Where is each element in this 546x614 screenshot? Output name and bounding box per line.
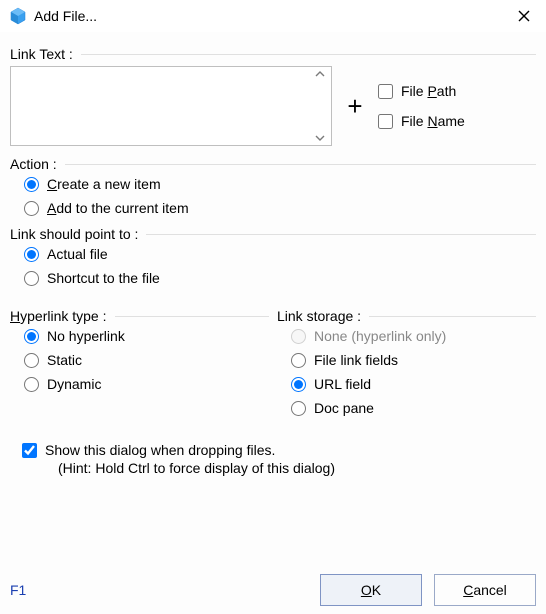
show-dialog-input[interactable]	[22, 443, 37, 458]
action-add-label: Add to the current item	[47, 200, 189, 216]
divider	[81, 54, 536, 55]
hyper-none-label: No hyperlink	[47, 328, 125, 344]
show-dialog-checkbox[interactable]: Show this dialog when dropping files.	[22, 442, 536, 458]
action-create-radio[interactable]: Create a new item	[24, 176, 536, 192]
storage-doc-input[interactable]	[291, 401, 306, 416]
action-create-label: Create a new item	[47, 176, 161, 192]
storage-url-label: URL field	[314, 376, 371, 392]
storage-doc-label: Doc pane	[314, 400, 374, 416]
divider	[146, 234, 536, 235]
link-storage-label: Link storage :	[277, 308, 536, 324]
link-text-label: Link Text :	[10, 46, 536, 62]
close-icon	[518, 10, 530, 22]
hyper-static-label: Static	[47, 352, 82, 368]
action-label: Action :	[10, 156, 536, 172]
close-button[interactable]	[510, 2, 538, 30]
hyper-dynamic-radio[interactable]: Dynamic	[24, 376, 269, 392]
point-actual-radio[interactable]: Actual file	[24, 246, 536, 262]
link-storage-label-text: Link storage :	[277, 308, 361, 324]
action-create-input[interactable]	[24, 177, 39, 192]
point-label: Link should point to :	[10, 226, 536, 242]
hyperlink-type-label-text: Hyperlink type :	[10, 308, 107, 324]
storage-url-radio[interactable]: URL field	[291, 376, 536, 392]
storage-none-label: None (hyperlink only)	[314, 328, 446, 344]
cancel-button-label: Cancel	[463, 582, 507, 598]
hyper-dynamic-label: Dynamic	[47, 376, 101, 392]
title-bar: Add File...	[0, 0, 546, 32]
storage-fields-label: File link fields	[314, 352, 398, 368]
storage-none-radio: None (hyperlink only)	[291, 328, 536, 344]
help-link[interactable]: F1	[10, 582, 26, 598]
hyperlink-type-label: Hyperlink type :	[10, 308, 269, 324]
hyper-none-input[interactable]	[24, 329, 39, 344]
point-shortcut-input[interactable]	[24, 271, 39, 286]
action-label-text: Action :	[10, 156, 57, 172]
storage-url-input[interactable]	[291, 377, 306, 392]
file-name-label: File Name	[401, 113, 465, 129]
hint-text: (Hint: Hold Ctrl to force display of thi…	[22, 460, 536, 476]
point-shortcut-label: Shortcut to the file	[47, 270, 160, 286]
point-shortcut-radio[interactable]: Shortcut to the file	[24, 270, 536, 286]
point-actual-input[interactable]	[24, 247, 39, 262]
scroll-down-icon[interactable]	[311, 133, 329, 143]
hyper-static-input[interactable]	[24, 353, 39, 368]
cancel-button[interactable]: Cancel	[434, 574, 536, 606]
file-path-checkbox-input[interactable]	[378, 84, 393, 99]
ok-button-label: OK	[361, 582, 381, 598]
file-path-checkbox[interactable]: File Path	[378, 83, 465, 99]
point-label-text: Link should point to :	[10, 226, 138, 242]
hyper-none-radio[interactable]: No hyperlink	[24, 328, 269, 344]
scroll-up-icon[interactable]	[311, 69, 329, 79]
link-text-input[interactable]	[11, 67, 315, 145]
hyper-static-radio[interactable]: Static	[24, 352, 269, 368]
storage-fields-radio[interactable]: File link fields	[291, 352, 536, 368]
app-icon	[8, 6, 28, 26]
link-text-box	[10, 66, 332, 146]
divider	[115, 316, 270, 317]
hyper-dynamic-input[interactable]	[24, 377, 39, 392]
window-title: Add File...	[34, 8, 510, 24]
storage-doc-radio[interactable]: Doc pane	[291, 400, 536, 416]
ok-button[interactable]: OK	[320, 574, 422, 606]
action-add-input[interactable]	[24, 201, 39, 216]
storage-none-input	[291, 329, 306, 344]
divider	[65, 164, 536, 165]
file-name-checkbox-input[interactable]	[378, 114, 393, 129]
link-text-label-text: Link Text :	[10, 46, 73, 62]
show-dialog-label: Show this dialog when dropping files.	[45, 442, 275, 458]
point-actual-label: Actual file	[47, 246, 108, 262]
action-add-radio[interactable]: Add to the current item	[24, 200, 536, 216]
file-path-label: File Path	[401, 83, 456, 99]
storage-fields-input[interactable]	[291, 353, 306, 368]
plus-icon: +	[332, 91, 378, 122]
file-name-checkbox[interactable]: File Name	[378, 113, 465, 129]
divider	[369, 316, 536, 317]
